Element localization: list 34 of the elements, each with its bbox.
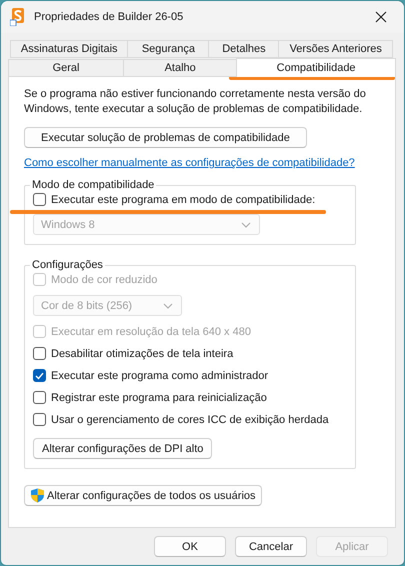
tab[interactable]: Geral xyxy=(8,59,124,77)
checkbox[interactable] xyxy=(33,391,46,404)
checkbox-label: Modo de cor reduzido xyxy=(51,274,158,286)
tab[interactable]: Versões Anteriores xyxy=(278,40,393,58)
tab[interactable]: Detalhes xyxy=(208,40,280,58)
checkbox[interactable] xyxy=(33,193,46,206)
chevron-icon xyxy=(163,302,173,308)
troubleshoot-button[interactable]: Executar solução de problemas de compatibilidade xyxy=(24,127,307,148)
tab[interactable]: Segurança xyxy=(127,40,210,58)
checkbox-label: Registrar este programa para reinicialização xyxy=(51,392,267,404)
dialog-button[interactable]: OK xyxy=(154,536,226,557)
tab[interactable]: Compatibilidade xyxy=(236,58,396,77)
chevron-icon xyxy=(241,222,251,228)
intro-text: Se o programa não estiver funcionando corretamente nesta versão do Windows, tente executar a solução de problemas de compatibilidade. xyxy=(24,87,367,117)
checkbox-label: Usar o gerenciamento de cores ICC de exibição herdada xyxy=(51,414,329,426)
tab[interactable]: Atalho xyxy=(123,59,238,77)
dialog-button[interactable]: Cancelar xyxy=(235,536,307,557)
close-icon xyxy=(375,11,387,23)
all-users-button[interactable]: Alterar configurações de todos os usuários xyxy=(24,485,262,506)
checkbox-label: Executar este programa como administrador xyxy=(51,370,268,382)
checkbox[interactable] xyxy=(33,347,46,360)
group-label: Configurações xyxy=(31,259,104,271)
dpi-settings-button[interactable]: Alterar configurações de DPI alto xyxy=(33,438,212,459)
shield-icon xyxy=(30,488,45,503)
checkbox[interactable] xyxy=(33,413,46,426)
checkbox-label: Desabilitar otimizações de tela inteira xyxy=(51,348,234,360)
app-icon xyxy=(10,8,26,26)
checkbox[interactable] xyxy=(33,369,46,382)
window-title: Propriedades de Builder 26-05 xyxy=(34,11,184,23)
checkbox-label: Executar este programa em modo de compatibilidade: xyxy=(51,194,316,206)
manual-settings-link[interactable]: Como escolher manualmente as configurações de compatibilidade? xyxy=(24,157,355,169)
tab[interactable]: Assinaturas Digitais xyxy=(10,40,128,58)
group-label: Modo de compatibilidade xyxy=(31,179,156,191)
checkbox-label: Executar em resolução da tela 640 x 480 xyxy=(51,326,251,338)
